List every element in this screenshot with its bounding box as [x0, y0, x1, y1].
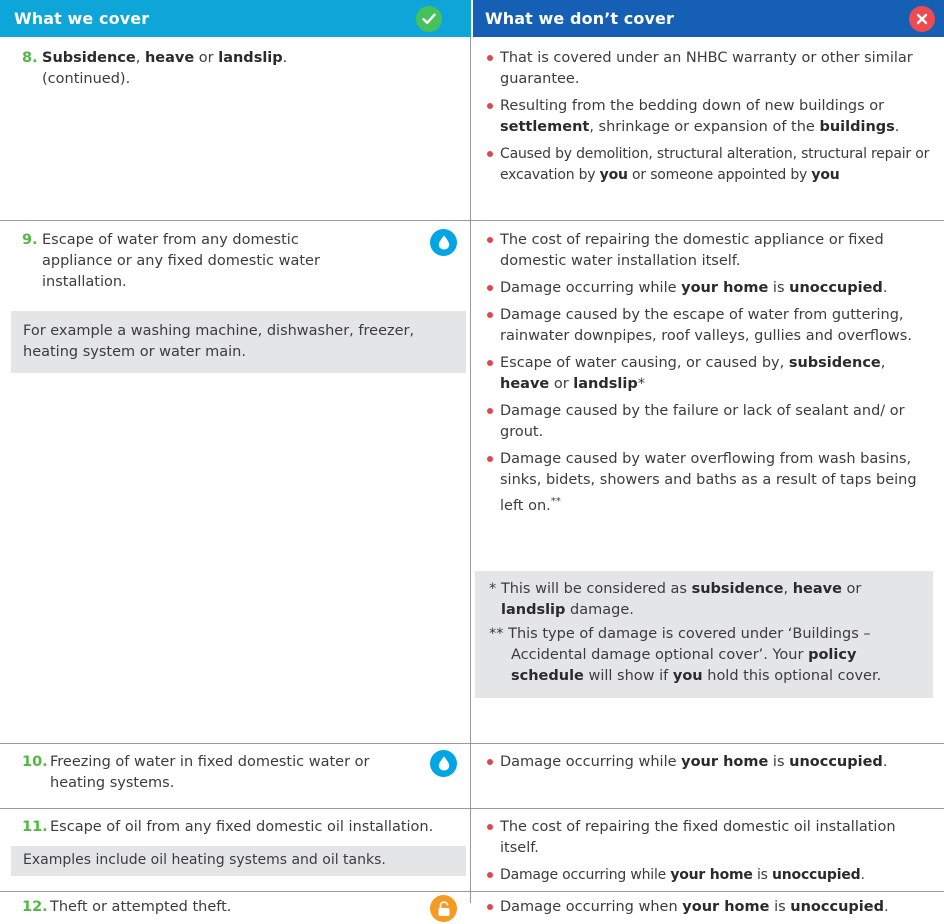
exclusion-item: Damage occurring while your home is unoc… — [487, 278, 937, 299]
item-number: 8. — [22, 50, 38, 66]
row-divider — [0, 743, 944, 744]
cover-item-11: 11. Escape of oil from any fixed domestic… — [22, 817, 452, 838]
exclusions-9: The cost of repairing the domestic appli… — [487, 230, 937, 523]
exclusion-item: Damage caused by the failure or lack of … — [487, 401, 937, 443]
example-note-9: For example a washing machine, dishwashe… — [11, 311, 466, 373]
exclusions-8: That is covered under an NHBC warranty o… — [487, 48, 937, 192]
check-icon — [416, 6, 442, 32]
cover-item-10: 10. Freezing of water in fixed domestic w… — [22, 754, 370, 791]
footnotes-9: * This will be considered as subsidence,… — [475, 571, 933, 698]
water-drop-icon — [430, 750, 457, 777]
exclusion-item: Damage caused by water overflowing from … — [487, 449, 937, 517]
padlock-icon — [430, 895, 457, 922]
cover-item-12: 12. Theft or attempted theft. — [22, 897, 452, 918]
exclusion-item: Damage occurring while your home is unoc… — [487, 752, 937, 773]
exclusion-item: That is covered under an NHBC warranty o… — [487, 48, 937, 90]
row-divider — [0, 220, 944, 221]
cross-icon — [909, 6, 935, 32]
example-note-11: Examples include oil heating systems and… — [11, 846, 466, 876]
exclusion-item: The cost of repairing the domestic appli… — [487, 230, 937, 272]
row-divider — [0, 808, 944, 809]
exclusions-10: Damage occurring while your home is unoc… — [487, 752, 937, 779]
row-divider — [0, 891, 944, 892]
item-number: 10. — [22, 754, 48, 770]
exclusions-12: Damage occurring when your home is unocc… — [487, 897, 937, 924]
not-cover-header-title: What we don’t cover — [485, 9, 674, 28]
exclusion-item: Resulting from the bedding down of new b… — [487, 96, 937, 138]
exclusion-item: Damage occurring while your home is unoc… — [487, 865, 937, 886]
footnote-1: * This will be considered as subsidence,… — [489, 581, 862, 618]
column-divider — [470, 37, 471, 903]
water-drop-icon — [430, 229, 457, 256]
exclusion-item: Escape of water causing, or caused by, s… — [487, 353, 937, 395]
exclusion-item: Damage occurring when your home is unocc… — [487, 897, 937, 918]
exclusion-item: Damage caused by the escape of water fro… — [487, 305, 937, 347]
exclusion-item: The cost of repairing the fixed domestic… — [487, 817, 937, 859]
exclusion-item: Caused by demolition, structural alterat… — [487, 144, 937, 186]
footnote-2: ** This type of damage is covered under … — [489, 626, 882, 684]
cover-header: What we cover — [0, 0, 471, 37]
cover-header-title: What we cover — [14, 9, 150, 28]
item-number: 9. — [22, 232, 38, 248]
exclusions-11: The cost of repairing the fixed domestic… — [487, 817, 937, 892]
item-number: 11. — [22, 819, 48, 835]
cover-item-8: 8. Subsidence, heave or landslip. (contin… — [22, 50, 288, 87]
cover-item-9: 9. Escape of water from any domestic appl… — [22, 232, 320, 290]
not-cover-header: What we don’t cover — [473, 0, 944, 37]
item-number: 12. — [22, 899, 48, 915]
